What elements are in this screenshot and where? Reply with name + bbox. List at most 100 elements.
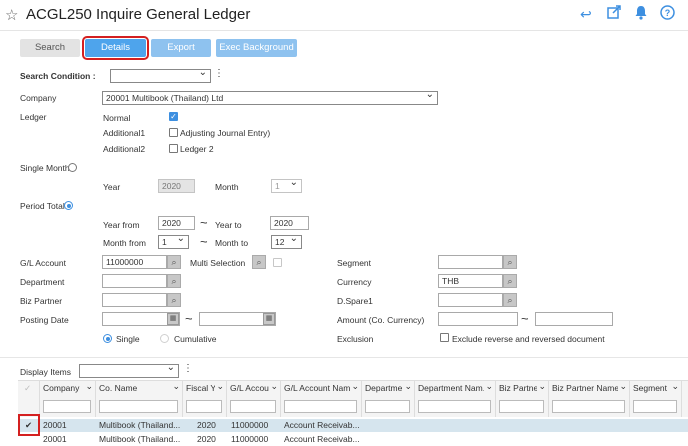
kebab-icon[interactable]: ⋮: [214, 69, 224, 79]
display-items-select[interactable]: [79, 362, 179, 378]
column-department-name[interactable]: Department Nam... ⌄: [415, 381, 496, 417]
column-co-name[interactable]: Co. Name ⌄: [96, 381, 183, 417]
filter-input[interactable]: [186, 400, 222, 413]
sort-icon[interactable]: ⌄: [485, 381, 493, 392]
amount-from-field[interactable]: [438, 312, 518, 326]
company-select[interactable]: 20001 Multibook (Thailand) Ltd: [102, 89, 438, 105]
search-icon[interactable]: ⌕: [252, 255, 266, 269]
cell-gl-account-name: Account Receivab...: [284, 434, 360, 444]
month-from-select[interactable]: 1: [158, 233, 189, 249]
column-biz-partner-name[interactable]: Biz Partner Name...⌄: [549, 381, 630, 417]
column-department[interactable]: Departme...⌄: [362, 381, 415, 417]
column-gl-account-name[interactable]: G/L Account Nam...⌄: [281, 381, 362, 417]
search-icon[interactable]: ⌕: [167, 255, 181, 269]
additional2-checkbox[interactable]: [169, 144, 178, 153]
cell-gl-account: 11000000: [231, 420, 269, 430]
sort-icon[interactable]: ⌄: [619, 381, 627, 392]
segment-field[interactable]: [438, 255, 503, 269]
filter-input[interactable]: [99, 400, 178, 413]
column-label: Co. Name: [99, 383, 138, 393]
filter-input[interactable]: [284, 400, 357, 413]
column-gl-account[interactable]: G/L Accou...⌄: [227, 381, 281, 417]
additional2-label: Additional2: [103, 144, 146, 154]
column-fiscal-year[interactable]: Fiscal Y...⌄: [183, 381, 227, 417]
dspare1-field[interactable]: [438, 293, 503, 307]
segment-label: Segment: [337, 258, 372, 268]
range-tilde: ~: [521, 311, 529, 326]
cell-company: 20001: [43, 434, 67, 444]
exclusion-checkbox[interactable]: [440, 333, 449, 342]
filter-input[interactable]: [43, 400, 91, 413]
department-field[interactable]: [102, 274, 167, 288]
filter-input[interactable]: [499, 400, 544, 413]
back-icon[interactable]: ↩: [580, 6, 592, 23]
single-radio[interactable]: [103, 334, 112, 343]
cumulative-label: Cumulative: [174, 334, 217, 344]
month-to-select[interactable]: 12: [271, 233, 302, 249]
currency-field[interactable]: THB: [438, 274, 503, 288]
table-row[interactable]: ✔ 20001 Multibook (Thailand... 2020 1100…: [18, 419, 688, 432]
single-month-radio[interactable]: [68, 163, 77, 172]
biz-partner-field[interactable]: [102, 293, 167, 307]
sort-icon[interactable]: ⌄: [538, 381, 546, 392]
calendar-icon[interactable]: ▦: [263, 313, 275, 325]
cell-co-name: Multibook (Thailand...: [99, 420, 181, 430]
export-button[interactable]: Export: [151, 39, 211, 57]
single-label: Single: [116, 334, 140, 344]
star-icon[interactable]: ☆: [5, 6, 18, 24]
amount-to-field[interactable]: [535, 312, 613, 326]
additional1-checkbox[interactable]: [169, 128, 178, 137]
currency-label: Currency: [337, 277, 372, 287]
sort-icon[interactable]: ⌄: [216, 381, 224, 392]
search-icon[interactable]: ⌕: [503, 293, 517, 307]
multi-selection-checkbox[interactable]: [273, 258, 282, 267]
table-row[interactable]: 20001 Multibook (Thailand... 2020 110000…: [18, 433, 688, 446]
period-total-radio[interactable]: [64, 201, 73, 210]
exec-background-button[interactable]: Exec Background: [216, 39, 297, 57]
sort-icon[interactable]: ⌄: [404, 381, 412, 392]
multi-selection-label: Multi Selection: [190, 258, 246, 268]
sort-icon[interactable]: ⌄: [671, 381, 679, 392]
cell-gl-account: 11000000: [231, 434, 269, 444]
filter-input[interactable]: [230, 400, 276, 413]
help-icon[interactable]: ?: [660, 5, 675, 23]
year-to-field[interactable]: 2020: [270, 216, 309, 230]
cumulative-radio[interactable]: [160, 334, 169, 343]
details-button[interactable]: Details: [82, 36, 149, 60]
year-label: Year: [103, 182, 121, 192]
kebab-icon[interactable]: ⋮: [183, 364, 193, 374]
gl-account-field[interactable]: 11000000: [102, 255, 167, 269]
year-from-field[interactable]: 2020: [158, 216, 195, 230]
search-icon[interactable]: ⌕: [503, 274, 517, 288]
filter-input[interactable]: [418, 400, 491, 413]
search-icon[interactable]: ⌕: [167, 293, 181, 307]
column-label: Biz Partner Name...: [552, 383, 618, 393]
search-condition-select[interactable]: [110, 67, 211, 83]
column-segment[interactable]: Segment ⌄: [630, 381, 682, 417]
sort-icon[interactable]: ⌄: [270, 381, 278, 392]
filter-input[interactable]: [552, 400, 625, 413]
popout-icon[interactable]: [607, 5, 621, 22]
company-label: Company: [20, 93, 57, 103]
display-items-label: Display Items: [20, 367, 72, 377]
filter-input[interactable]: [633, 400, 677, 413]
cell-co-name: Multibook (Thailand...: [99, 434, 181, 444]
column-biz-partner[interactable]: Biz Partne...⌄: [496, 381, 549, 417]
row-select-highlight: [18, 414, 40, 436]
sort-icon[interactable]: ⌄: [85, 381, 93, 392]
gl-account-label: G/L Account: [20, 258, 66, 268]
calendar-icon[interactable]: ▦: [167, 313, 179, 325]
search-icon[interactable]: ⌕: [503, 255, 517, 269]
sort-icon[interactable]: ⌄: [351, 381, 359, 392]
column-company[interactable]: Company ⌄: [40, 381, 96, 417]
search-button[interactable]: Search: [20, 39, 80, 57]
bell-icon[interactable]: [634, 5, 648, 23]
search-icon[interactable]: ⌕: [167, 274, 181, 288]
month-to-label: Month to: [215, 238, 249, 248]
column-label: Fiscal Y...: [186, 383, 215, 393]
normal-checkbox[interactable]: ✓: [169, 112, 178, 121]
cell-company: 20001: [43, 420, 67, 430]
select-all-column[interactable]: ✓: [18, 381, 40, 417]
sort-icon[interactable]: ⌄: [172, 381, 180, 392]
filter-input[interactable]: [365, 400, 410, 413]
